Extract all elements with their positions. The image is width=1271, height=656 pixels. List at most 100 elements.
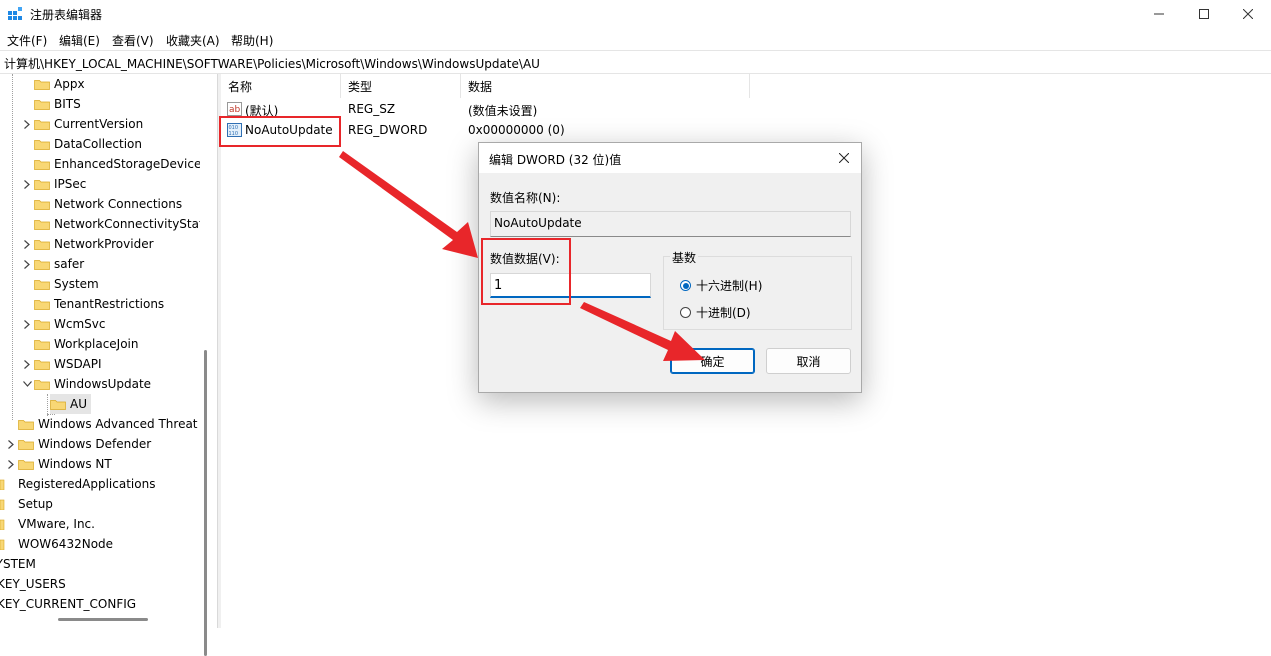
cancel-button[interactable]: 取消 [766,348,851,374]
tree-item-label: Setup [18,497,53,511]
dialog-close-button[interactable] [827,143,861,173]
tree-item-label: IPSec [54,177,87,191]
window-title: 注册表编辑器 [30,8,103,22]
menu-file[interactable]: 文件(F) [7,32,47,49]
tree-item-label: DataCollection [54,137,143,151]
value-type: REG_DWORD [348,123,428,137]
address-bar[interactable]: 计算机\HKEY_LOCAL_MACHINE\SOFTWARE\Policies… [0,50,1271,74]
tree-item[interactable]: WindowsUpdate [22,374,151,394]
tree-item-label: WSDAPI [54,357,102,371]
dialog-title-bar: 编辑 DWORD (32 位)值 [479,143,861,173]
string-value-icon: ab [227,102,242,116]
svg-text:ab: ab [229,105,241,115]
key-tree: Appx BITS CurrentVersion DataCollection Enha… [0,74,200,628]
folder-icon [34,100,50,110]
column-header-type[interactable]: 类型 [341,74,461,98]
tree-item[interactable]: WorkplaceJoin [34,334,139,354]
folder-icon [0,479,5,490]
column-header-label: 类型 [348,79,373,94]
folder-icon [18,440,34,450]
column-header-data[interactable]: 数据 [461,74,750,98]
folder-icon [0,519,5,530]
tree-item[interactable]: Appx [34,74,85,94]
chevron-right-icon[interactable] [22,178,32,190]
dialog-title: 编辑 DWORD (32 位)值 [489,153,622,167]
tree-item-label: TenantRestrictions [54,297,165,311]
folder-icon [34,300,50,310]
tree-item[interactable]: Setup [0,494,53,514]
tree-item[interactable]: EnhancedStorageDevices [34,154,200,174]
menu-help[interactable]: 帮助(H) [231,32,273,49]
column-header-name[interactable]: 名称 [221,74,341,98]
value-data: (数值未设置) [468,104,538,118]
folder-icon [0,499,5,510]
tree-item[interactable]: Windows Defender [6,434,151,454]
value-name-text: NoAutoUpdate [494,216,582,230]
tree-item[interactable]: NetworkConnectivityStatusIndicator [34,214,200,234]
tree-item-label: Network Connections [54,197,183,211]
tree-item-label: NetworkProvider [54,237,154,251]
scrollbar-thumb[interactable] [58,618,148,621]
chevron-right-icon[interactable] [22,118,32,130]
menu-favorites[interactable]: 收藏夹(A) [166,32,220,49]
tree-item-label: WcmSvc [54,317,106,331]
folder-icon [34,220,50,230]
radio-selected-icon [680,280,691,291]
tree-item-label: RegisteredApplications [18,477,156,491]
tree-item-label: Windows Defender [38,437,152,451]
folder-icon [34,180,50,190]
radio-decimal[interactable]: 十进制(D) [680,304,751,321]
chevron-right-icon[interactable] [22,318,32,330]
menu-edit[interactable]: 编辑(E) [59,32,100,49]
tree-item[interactable]: HKEY_CURRENT_CONFIG [0,594,136,614]
menu-view[interactable]: 查看(V) [112,32,154,49]
folder-icon [18,420,34,430]
registry-app-icon [8,7,22,20]
tree-item[interactable]: Network Connections [34,194,182,214]
ok-button[interactable]: 确定 [670,348,755,374]
chevron-right-icon[interactable] [22,238,32,250]
tree-item[interactable]: System [34,274,99,294]
tree-item[interactable]: AU [50,394,91,414]
tree-item-label: HKEY_USERS [0,577,66,591]
minimize-button[interactable] [1136,0,1182,28]
tree-item[interactable]: SYSTEM [0,554,36,574]
tree-horizontal-scrollbar[interactable] [0,612,200,628]
tree-item[interactable]: Windows NT [6,454,112,474]
address-path[interactable]: 计算机\HKEY_LOCAL_MACHINE\SOFTWARE\Policies… [4,55,540,72]
tree-item[interactable]: RegisteredApplications [0,474,155,494]
tree-item-label: AU [70,397,87,411]
tree-item[interactable]: BITS [34,94,81,114]
tree-item[interactable]: safer [22,254,84,274]
tree-item[interactable]: VMware, Inc. [0,514,95,534]
tree-item[interactable]: NetworkProvider [22,234,154,254]
chevron-right-icon[interactable] [6,458,16,470]
tree-item-label: System [54,277,99,291]
tree-item[interactable]: Windows Advanced Threat Protection [18,414,200,434]
tree-item[interactable]: WcmSvc [22,314,105,334]
tree-item[interactable]: DataCollection [34,134,142,154]
tree-item[interactable]: WOW6432Node [0,534,113,554]
folder-icon [34,380,50,390]
radio-unselected-icon [680,307,691,318]
tree-item[interactable]: IPSec [22,174,86,194]
tree-item[interactable]: CurrentVersion [22,114,143,134]
tree-vertical-scrollbar[interactable] [200,74,212,656]
chevron-down-icon[interactable] [22,378,32,390]
value-name-field: NoAutoUpdate [490,211,851,237]
chevron-right-icon[interactable] [6,438,16,450]
tree-item[interactable]: TenantRestrictions [34,294,164,314]
close-icon [1243,9,1253,19]
tree-item[interactable]: WSDAPI [22,354,102,374]
folder-icon [34,340,50,350]
tree-item-label: WorkplaceJoin [54,337,139,351]
close-button[interactable] [1225,0,1271,28]
title-bar: 注册表编辑器 [0,0,1271,28]
scrollbar-thumb[interactable] [204,350,207,656]
chevron-right-icon[interactable] [22,258,32,270]
chevron-right-icon[interactable] [22,358,32,370]
value-type: REG_SZ [348,102,396,116]
tree-item[interactable]: HKEY_USERS [0,574,66,594]
maximize-button[interactable] [1181,0,1227,28]
radio-hexadecimal[interactable]: 十六进制(H) [680,277,762,294]
